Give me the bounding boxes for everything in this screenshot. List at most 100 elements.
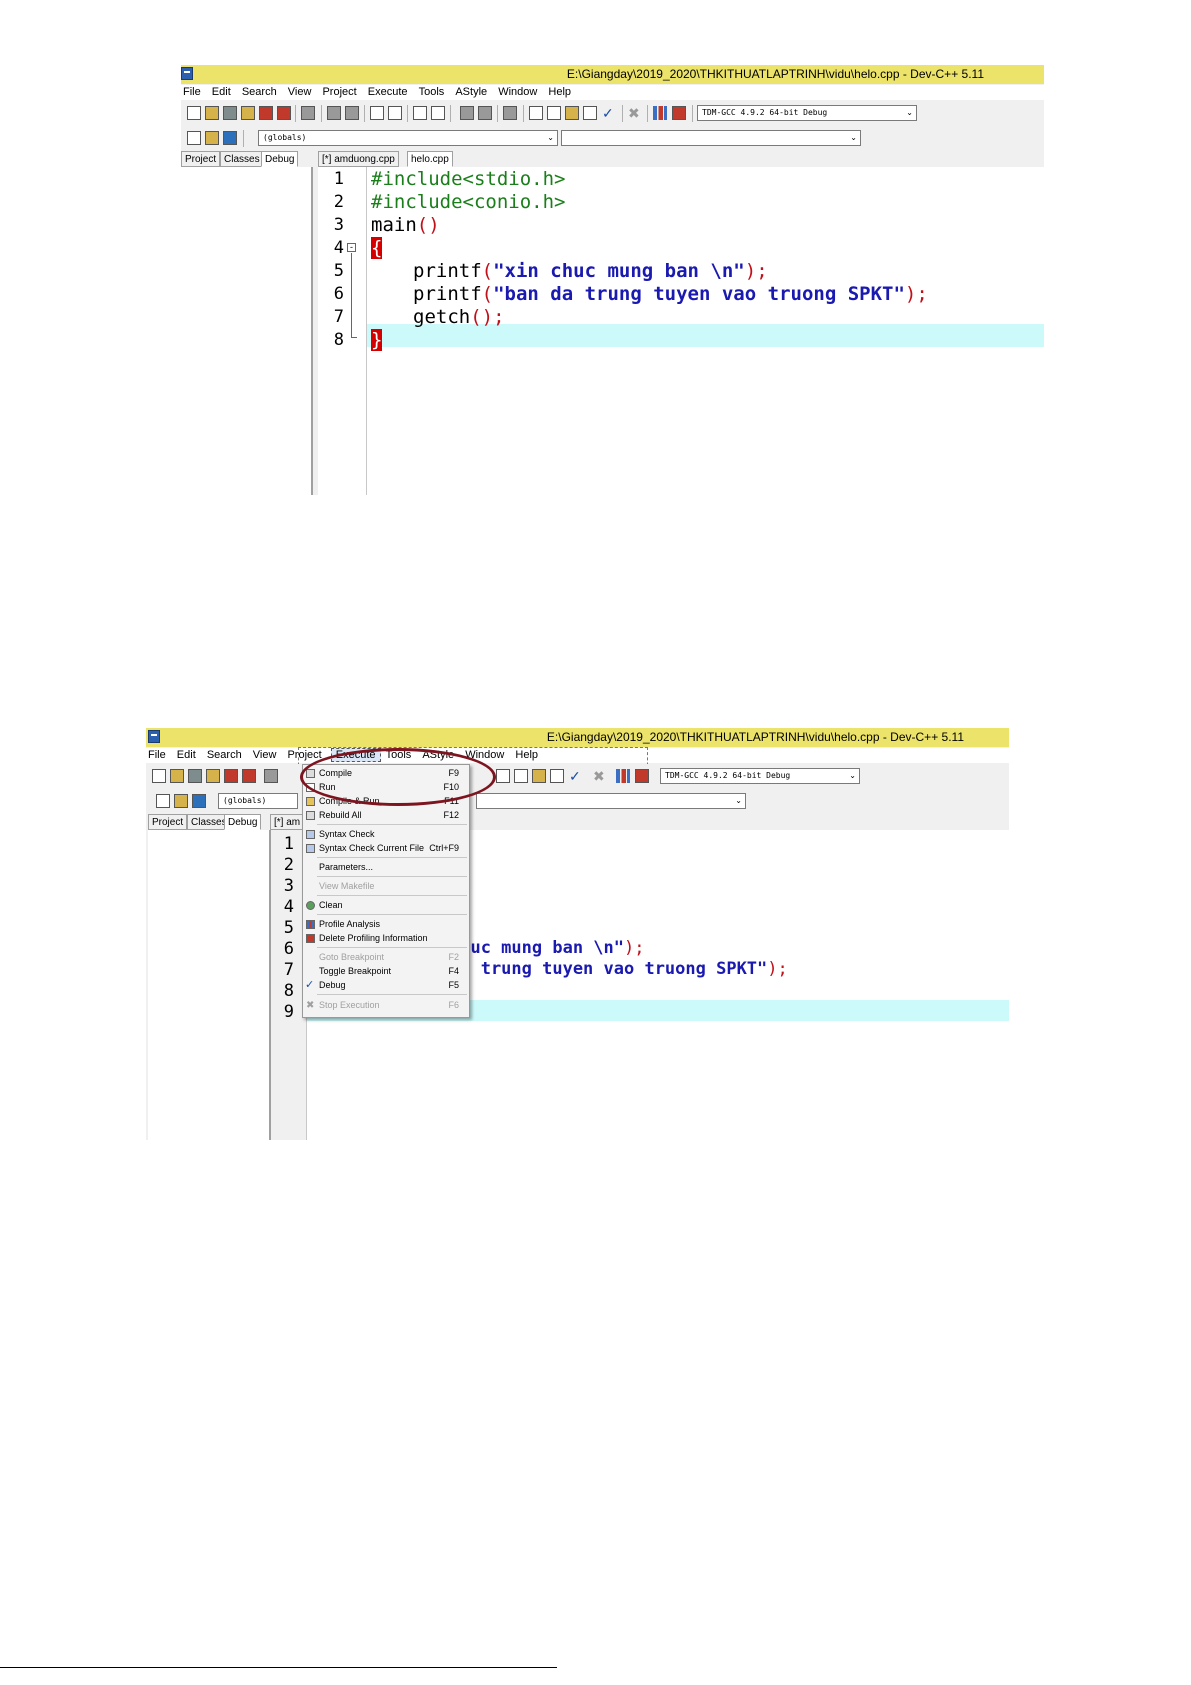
menu-item-delete-profiling[interactable]: Delete Profiling Information bbox=[303, 932, 469, 945]
profile-analysis-icon[interactable] bbox=[653, 106, 667, 120]
function-select[interactable]: ⌄ bbox=[476, 793, 746, 809]
open-file-icon[interactable] bbox=[205, 106, 219, 120]
syntax-check-icon[interactable]: ✓ bbox=[602, 106, 616, 120]
unindent-icon[interactable] bbox=[478, 106, 492, 120]
menu-item-goto-breakpoint[interactable]: Goto Breakpoint F2 bbox=[303, 951, 469, 964]
tab-project[interactable]: Project bbox=[181, 151, 221, 167]
stop-execution-icon[interactable]: ✖ bbox=[593, 769, 607, 783]
compile-icon[interactable] bbox=[529, 106, 543, 120]
new-file-icon[interactable] bbox=[187, 106, 201, 120]
run-icon[interactable] bbox=[514, 769, 528, 783]
insert-icon[interactable] bbox=[156, 794, 170, 808]
open-file-icon[interactable] bbox=[170, 769, 184, 783]
find-icon[interactable] bbox=[370, 106, 384, 120]
save-icon[interactable] bbox=[188, 769, 202, 783]
close-all-icon[interactable] bbox=[242, 769, 256, 783]
tab-amduong-cpp[interactable]: [*] amduong.cpp bbox=[318, 151, 399, 167]
undo-icon[interactable] bbox=[327, 106, 341, 120]
code-string: chuc mung ban \n" bbox=[450, 938, 624, 958]
profile-analysis-icon[interactable] bbox=[616, 769, 630, 783]
menu-item-label: View Makefile bbox=[319, 881, 375, 891]
menu-search[interactable]: Search bbox=[205, 748, 248, 761]
stop-execution-icon: ✖ bbox=[306, 1000, 315, 1011]
toggle-comment-icon[interactable] bbox=[503, 106, 517, 120]
compile-icon[interactable] bbox=[496, 769, 510, 783]
scope-select[interactable]: (globals) ⌄ bbox=[258, 130, 558, 146]
menu-search[interactable]: Search bbox=[240, 85, 283, 98]
menu-item-parameters[interactable]: Parameters... bbox=[303, 861, 469, 874]
code-token: ); bbox=[767, 959, 788, 979]
delete-profiling-icon[interactable] bbox=[635, 769, 649, 783]
menu-item-clean[interactable]: Clean bbox=[303, 899, 469, 912]
rebuild-all-icon[interactable] bbox=[583, 106, 597, 120]
tab-debug[interactable]: Debug bbox=[224, 814, 262, 830]
menu-item-syntax-check-current[interactable]: Syntax Check Current File Ctrl+F9 bbox=[303, 842, 469, 855]
tab-amduong-cpp[interactable]: [*] am bbox=[270, 814, 305, 830]
menu-astyle[interactable]: AStyle bbox=[453, 85, 493, 98]
bookmark-icon[interactable] bbox=[431, 106, 445, 120]
menu-item-profile-analysis[interactable]: Profile Analysis bbox=[303, 918, 469, 931]
menu-item-shortcut: Ctrl+F9 bbox=[429, 843, 459, 853]
goto-line-icon[interactable] bbox=[413, 106, 427, 120]
delete-profiling-icon[interactable] bbox=[672, 106, 686, 120]
close-all-icon[interactable] bbox=[277, 106, 291, 120]
menu-file[interactable]: File bbox=[146, 748, 172, 761]
code-line-4: { bbox=[371, 237, 383, 259]
indent-icon[interactable] bbox=[460, 106, 474, 120]
save-icon[interactable] bbox=[223, 106, 237, 120]
menu-separator bbox=[317, 947, 467, 948]
menu-view[interactable]: View bbox=[251, 748, 283, 761]
menu-item-toggle-breakpoint[interactable]: Toggle Breakpoint F4 bbox=[303, 965, 469, 978]
menu-view[interactable]: View bbox=[286, 85, 318, 98]
menu-window[interactable]: Window bbox=[496, 85, 543, 98]
fold-minus-icon[interactable]: - bbox=[347, 243, 356, 252]
syntax-check-icon[interactable]: ✓ bbox=[569, 769, 583, 783]
close-file-icon[interactable] bbox=[224, 769, 238, 783]
insert-icon[interactable] bbox=[187, 131, 201, 145]
menu-edit[interactable]: Edit bbox=[175, 748, 202, 761]
toggle-bookmark-icon[interactable] bbox=[174, 794, 188, 808]
redo-icon[interactable] bbox=[345, 106, 359, 120]
function-select[interactable]: ⌄ bbox=[561, 130, 861, 146]
line-number: 3 bbox=[333, 215, 344, 235]
tab-helo-cpp[interactable]: helo.cpp bbox=[407, 151, 453, 167]
menu-help[interactable]: Help bbox=[546, 85, 577, 98]
replace-icon[interactable] bbox=[388, 106, 402, 120]
compile-run-icon[interactable] bbox=[532, 769, 546, 783]
menu-execute[interactable]: Execute bbox=[366, 85, 414, 98]
goto-bookmark-icon[interactable] bbox=[223, 131, 237, 145]
rebuild-all-icon[interactable] bbox=[550, 769, 564, 783]
line-number: 4 bbox=[333, 238, 344, 258]
menu-edit[interactable]: Edit bbox=[210, 85, 237, 98]
tab-classes[interactable]: Classes bbox=[220, 151, 264, 167]
tab-project[interactable]: Project bbox=[148, 814, 188, 830]
tab-debug[interactable]: Debug bbox=[261, 151, 299, 167]
menu-project[interactable]: Project bbox=[320, 85, 362, 98]
compile-run-icon[interactable] bbox=[565, 106, 579, 120]
toolbar-separator bbox=[364, 105, 365, 122]
print-icon[interactable] bbox=[301, 106, 315, 120]
print-icon[interactable] bbox=[264, 769, 278, 783]
compiler-select[interactable]: TDM-GCC 4.9.2 64-bit Debug ⌄ bbox=[660, 768, 860, 784]
code-editor[interactable]: 1 2 3 4 5 6 7 8 - #include<stdio.h> #inc… bbox=[318, 167, 1044, 495]
run-icon[interactable] bbox=[547, 106, 561, 120]
compiler-select[interactable]: TDM-GCC 4.9.2 64-bit Debug ⌄ bbox=[697, 105, 917, 121]
close-file-icon[interactable] bbox=[259, 106, 273, 120]
menu-item-syntax-check[interactable]: Syntax Check bbox=[303, 828, 469, 841]
menu-file[interactable]: File bbox=[181, 85, 207, 98]
compiler-select-value: TDM-GCC 4.9.2 64-bit Debug bbox=[702, 108, 828, 117]
toggle-bookmark-icon[interactable] bbox=[205, 131, 219, 145]
menu-item-debug[interactable]: ✓ Debug F5 bbox=[303, 979, 469, 992]
goto-bookmark-icon[interactable] bbox=[192, 794, 206, 808]
stop-execution-icon[interactable]: ✖ bbox=[628, 106, 642, 120]
new-file-icon[interactable] bbox=[152, 769, 166, 783]
menu-item-stop-execution[interactable]: ✖ Stop Execution F6 bbox=[303, 999, 469, 1012]
scope-select[interactable]: (globals) bbox=[218, 793, 298, 809]
toolbar-separator bbox=[295, 105, 296, 122]
menu-item-view-makefile[interactable]: View Makefile bbox=[303, 880, 469, 893]
menu-tools[interactable]: Tools bbox=[417, 85, 451, 98]
menu-item-rebuild-all[interactable]: Rebuild All F12 bbox=[303, 809, 469, 822]
save-all-icon[interactable] bbox=[241, 106, 255, 120]
code-token: (); bbox=[470, 306, 505, 328]
save-all-icon[interactable] bbox=[206, 769, 220, 783]
